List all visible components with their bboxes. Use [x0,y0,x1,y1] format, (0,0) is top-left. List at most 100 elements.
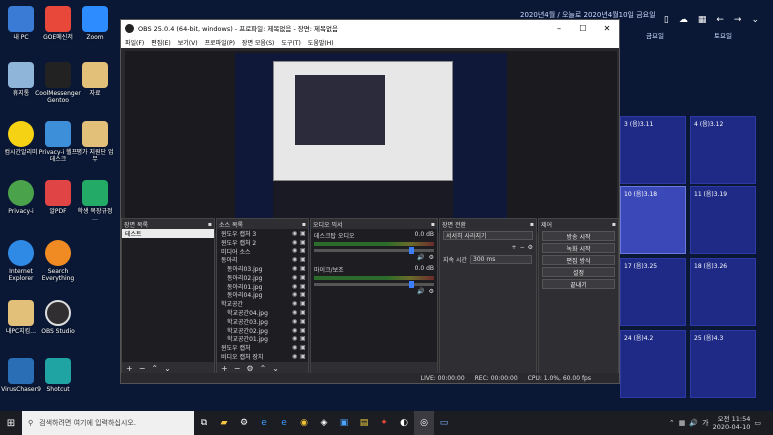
chevron-up-icon[interactable]: ⌃ [669,419,675,427]
add-icon[interactable]: + [512,244,517,251]
taskbar-search[interactable]: ⚲ 검색하려면 여기에 입력하십시오. [22,411,194,435]
file-explorer-icon[interactable]: ▰ [214,411,234,435]
ime-indicator[interactable]: 가 [702,418,708,428]
lock-icon[interactable]: ▣ [300,274,308,281]
menu-scene-collection[interactable]: 장면 모음(S) [242,38,274,47]
chevron-down-icon[interactable]: ⌄ [751,15,759,25]
lock-icon[interactable]: ▣ [300,344,308,351]
source-item[interactable]: 비디오 캡처 장치 ◉ ▣ [217,352,308,361]
gear-icon[interactable]: ⚙ [429,254,434,261]
desktop-icon-pc[interactable]: 내 PC [0,6,42,41]
volume-slider[interactable] [314,247,434,254]
lock-icon[interactable]: ▣ [300,239,308,246]
desktop-icon-shotcut[interactable]: Shotcut [37,358,79,393]
speaker-icon[interactable]: 🔊 [417,254,424,261]
gear-icon[interactable]: ⚙ [246,364,253,373]
source-item[interactable]: 학교공간03.jpg ◉ ▣ [217,317,308,326]
menu-profile[interactable]: 프로파일(P) [205,38,235,47]
remove-icon[interactable]: − [234,364,241,373]
messenger-taskbar-icon[interactable]: ✦ [374,411,394,435]
calendar-day[interactable]: 3 (음)3.11 [620,116,686,184]
source-item[interactable]: 동아리04.jpg ◉ ▣ [217,291,308,299]
calendar-day[interactable]: 17 (음)3.25 [620,258,686,326]
add-icon[interactable]: + [126,364,133,373]
eye-icon[interactable]: ◉ [292,256,300,263]
eye-icon[interactable]: ◉ [292,335,300,342]
eye-icon[interactable]: ◉ [292,309,300,316]
start-button[interactable]: ⊞ [0,411,22,435]
app-icon[interactable]: ◈ [314,411,334,435]
chrome-icon[interactable]: ◉ [294,411,314,435]
lock-icon[interactable]: ▣ [300,300,308,307]
lock-icon[interactable]: ▣ [300,335,308,342]
close-icon[interactable]: ✕ [595,24,619,33]
calendar-day[interactable]: 25 (음)4.3 [690,330,756,398]
lock-icon[interactable]: ▣ [300,327,308,334]
chevron-up-icon[interactable]: ⌃ [151,364,158,373]
desktop-icon-comsigan[interactable]: 컴시간알리미 [0,121,42,156]
transition-select[interactable]: 서서히 사라지기 [443,231,533,240]
calendar-day[interactable]: 18 (음)3.26 [690,258,756,326]
arrow-left-icon[interactable]: ← [716,15,724,25]
notification-icon[interactable]: ▭ [754,419,761,427]
scene-item[interactable]: 테스트 [122,229,214,238]
source-item[interactable]: 미디어 소스 ◉ ▣ [217,247,308,255]
menu-help[interactable]: 도움말(H) [308,38,334,47]
desktop-icon-obs[interactable]: OBS Studio [37,300,79,335]
lock-icon[interactable]: ▣ [300,256,308,263]
cloud-icon[interactable]: ☁ [679,15,688,25]
source-item[interactable]: 동아리01.jpg ◉ ▣ [217,282,308,291]
desktop-icon-dress-code[interactable]: 학생 복장규정 … [74,180,116,222]
source-item[interactable]: 학교공간01.jpg ◉ ▣ [217,335,308,343]
gear-icon[interactable]: ⚙ [429,288,434,295]
desktop-icon-pc-guard[interactable]: 내PC지킴… [0,300,42,335]
source-item[interactable]: 학교공간02.jpg ◉ ▣ [217,326,308,335]
ie-taskbar-icon[interactable]: e [274,411,294,435]
eye-icon[interactable]: ◉ [292,230,300,237]
start-streaming-button[interactable]: 방송 시작 [542,231,615,241]
sticky-notes-icon[interactable]: ▤ [354,411,374,435]
desktop-icon-viruschaser[interactable]: VirusChaser9 [0,358,42,393]
settings-button[interactable]: 설정 [542,267,615,277]
eye-icon[interactable]: ◉ [292,353,300,360]
app-blue-icon[interactable]: ▣ [334,411,354,435]
source-group[interactable]: 학교공간 ◉ ▣ [217,299,308,308]
obs-titlebar[interactable]: OBS 25.0.4 (64-bit, windows) - 프로파일: 제목없… [121,20,619,36]
edge-icon[interactable]: e [254,411,274,435]
eye-icon[interactable]: ◉ [292,327,300,334]
slider-knob[interactable] [409,247,414,254]
lock-icon[interactable]: ▣ [300,309,308,316]
eye-icon[interactable]: ◉ [292,344,300,351]
phone-icon[interactable]: ▯ [664,15,669,25]
source-item[interactable]: 동아리03.jpg ◉ ▣ [217,264,308,273]
source-item[interactable]: 동아리02.jpg ◉ ▣ [217,273,308,282]
lock-icon[interactable]: ▣ [300,265,308,272]
network-icon[interactable]: ▦ [679,419,686,427]
menu-tools[interactable]: 도구(T) [281,38,300,47]
desktop-icon-privacy-helpdesk[interactable]: Privacy-i 헬프데스크 [37,121,79,163]
task-view-icon[interactable]: ⧉ [194,411,214,435]
desktop-icon-folder-data[interactable]: 자료 [74,62,116,97]
exit-button[interactable]: 끝내기 [542,279,615,289]
maximize-icon[interactable]: ☐ [571,24,595,33]
volume-icon[interactable]: 🔊 [689,419,698,427]
eye-icon[interactable]: ◉ [292,300,300,307]
window-taskbar-icon[interactable]: ▭ [434,411,454,435]
desktop-icon-zoom[interactable]: Zoom [74,6,116,41]
eye-icon[interactable]: ◉ [292,291,300,298]
source-item[interactable]: 윈도우 캡처 2 ◉ ▣ [217,238,308,247]
eye-icon[interactable]: ◉ [292,265,300,272]
calendar-day[interactable]: 24 (음)4.2 [620,330,686,398]
studio-mode-button[interactable]: 편집 방식 [542,255,615,265]
dock-pin-icon[interactable]: ▪ [612,221,616,228]
source-item[interactable]: 윈도우 캡처 ◉ ▣ [217,343,308,352]
desktop-icon-messenger[interactable]: GOE메신저 [37,6,79,41]
lock-icon[interactable]: ▣ [300,291,308,298]
taskbar-clock[interactable]: 오전 11:54 2020-04-10 [713,415,751,431]
add-icon[interactable]: + [221,364,228,373]
eye-icon[interactable]: ◉ [292,239,300,246]
source-item[interactable]: 윈도우 캡처 3 ◉ ▣ [217,229,308,238]
desktop-icon-everything[interactable]: Search Everything [37,240,79,282]
dock-pin-icon[interactable]: ▪ [302,221,306,228]
calendar-day[interactable]: 11 (음)3.19 [690,186,756,254]
